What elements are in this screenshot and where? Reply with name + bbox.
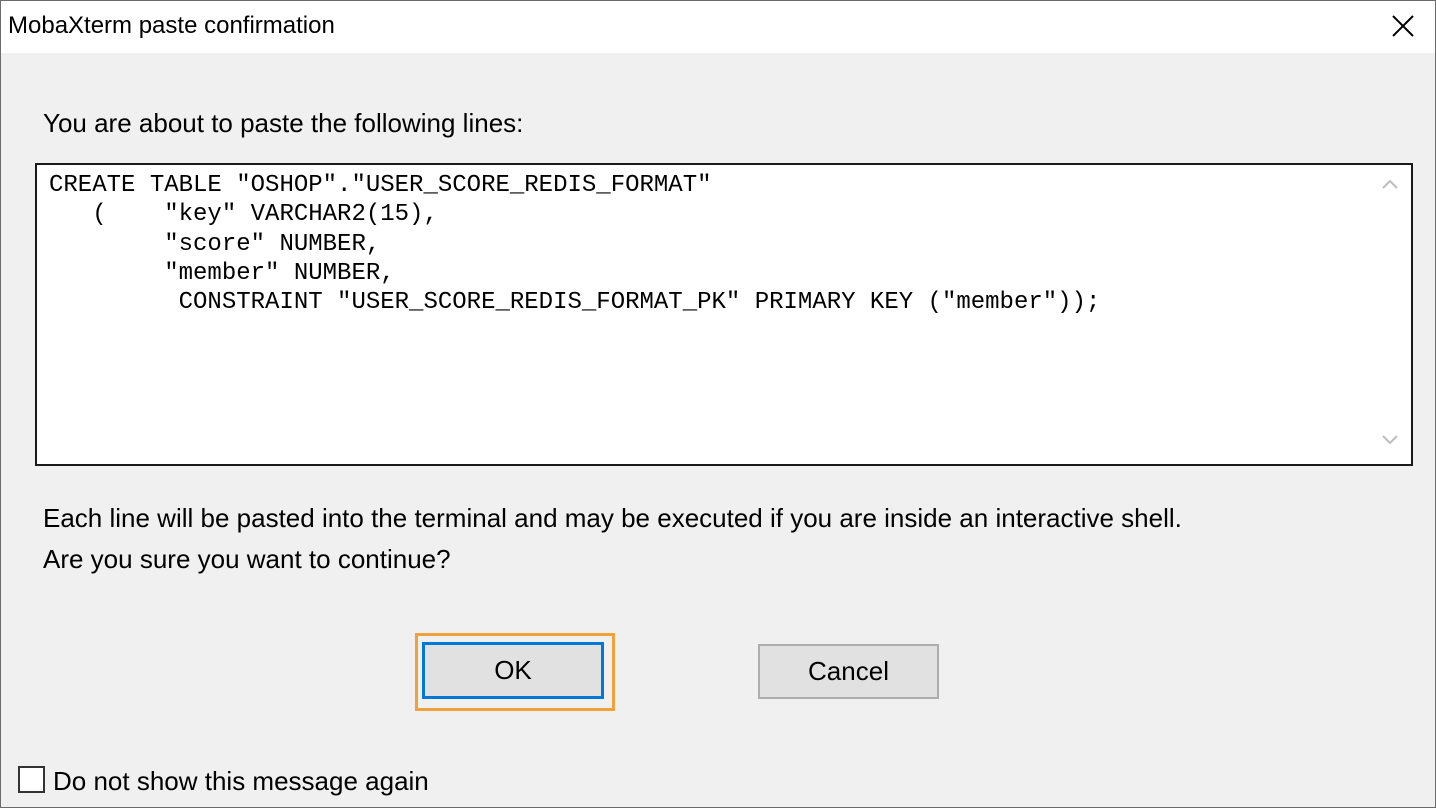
paste-line: ( "key" VARCHAR2(15), xyxy=(49,201,438,229)
close-button[interactable] xyxy=(1371,1,1435,53)
paste-confirmation-dialog: MobaXterm paste confirmation You are abo… xyxy=(0,0,1436,808)
confirm-question: Are you sure you want to continue? xyxy=(43,544,451,574)
paste-line: CREATE TABLE "OSHOP"."USER_SCORE_REDIS_F… xyxy=(49,172,712,199)
chevron-up-icon[interactable] xyxy=(1381,177,1399,191)
paste-line: "score" NUMBER, xyxy=(49,230,381,258)
prompt-text: You are about to paste the following lin… xyxy=(43,108,524,138)
warning-text: Each line will be pasted into the termin… xyxy=(43,503,1182,533)
close-icon xyxy=(1392,15,1414,37)
dont-show-again-checkbox[interactable] xyxy=(18,766,45,793)
paste-line: "member" NUMBER, xyxy=(49,259,395,287)
chevron-down-icon[interactable] xyxy=(1381,433,1399,447)
paste-line: CONSTRAINT "USER_SCORE_REDIS_FORMAT_PK" … xyxy=(49,289,1101,317)
cancel-button[interactable]: Cancel xyxy=(758,644,939,699)
title-bar: MobaXterm paste confirmation xyxy=(1,1,1435,53)
vertical-scrollbar[interactable] xyxy=(1371,165,1411,464)
paste-preview-textbox[interactable]: CREATE TABLE "OSHOP"."USER_SCORE_REDIS_F… xyxy=(35,163,1413,466)
dont-show-again-label[interactable]: Do not show this message again xyxy=(53,765,429,797)
window-title: MobaXterm paste confirmation xyxy=(8,12,335,39)
ok-button[interactable]: OK xyxy=(422,642,604,699)
paste-lines: CREATE TABLE "OSHOP"."USER_SCORE_REDIS_F… xyxy=(49,171,1100,317)
